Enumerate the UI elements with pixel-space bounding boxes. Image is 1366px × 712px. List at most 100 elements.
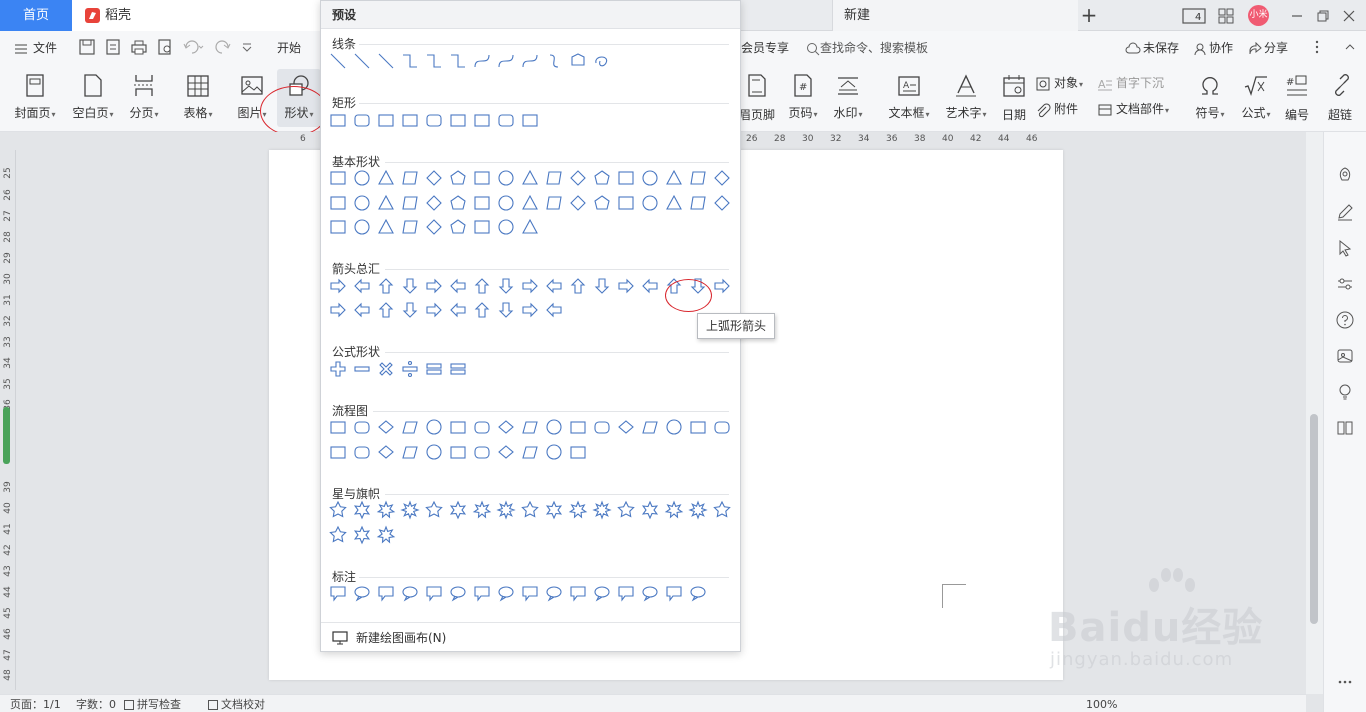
star-shape-icon[interactable] (544, 500, 564, 520)
rect-shape-icon[interactable] (328, 110, 348, 130)
arrow-shape-icon[interactable] (448, 276, 468, 296)
flow-shape-icon[interactable] (424, 417, 444, 437)
star-shape-icon[interactable] (520, 500, 540, 520)
flow-shape-icon[interactable] (328, 417, 348, 437)
flow-shape-icon[interactable] (352, 417, 372, 437)
cursor-icon[interactable] (1335, 238, 1355, 258)
new-canvas-button[interactable]: 新建绘图画布(N) (321, 622, 740, 652)
basic-shape-icon[interactable] (640, 168, 660, 188)
basic-shape-icon[interactable] (496, 168, 516, 188)
callout-shape-icon[interactable] (496, 583, 516, 603)
star-shape-icon[interactable] (712, 500, 732, 520)
callout-shape-icon[interactable] (352, 583, 372, 603)
grid-apps-icon[interactable] (1216, 6, 1236, 26)
basic-shape-icon[interactable] (616, 168, 636, 188)
arrow-shape-icon[interactable] (424, 300, 444, 320)
basic-shape-icon[interactable] (376, 217, 396, 237)
undo-icon[interactable] (182, 38, 204, 58)
basic-shape-icon[interactable] (496, 193, 516, 213)
basic-shape-icon[interactable] (448, 217, 468, 237)
basic-shape-icon[interactable] (520, 193, 540, 213)
flow-shape-icon[interactable] (376, 417, 396, 437)
basic-shape-icon[interactable] (568, 168, 588, 188)
callout-shape-icon[interactable] (664, 583, 684, 603)
spellcheck-toggle[interactable]: 拼写检查 (124, 698, 181, 712)
basic-shape-icon[interactable] (328, 193, 348, 213)
dropcap-button[interactable]: A 首字下沉 (1097, 73, 1164, 93)
basic-shape-icon[interactable] (424, 193, 444, 213)
flow-shape-icon[interactable] (592, 417, 612, 437)
restore-icon[interactable] (1312, 5, 1334, 27)
flow-shape-icon[interactable] (328, 442, 348, 462)
flow-shape-icon[interactable] (352, 442, 372, 462)
basic-shape-icon[interactable] (496, 217, 516, 237)
arrow-shape-icon[interactable] (712, 276, 732, 296)
arrow-shape-icon[interactable] (592, 276, 612, 296)
basic-shape-icon[interactable] (688, 168, 708, 188)
export-icon[interactable] (104, 38, 122, 58)
callout-shape-icon[interactable] (424, 583, 444, 603)
arrow-shape-icon[interactable] (424, 276, 444, 296)
book-icon[interactable] (1335, 418, 1355, 438)
arrow-shape-icon[interactable] (568, 276, 588, 296)
line-shape-icon[interactable] (592, 51, 612, 71)
line-shape-icon[interactable] (328, 51, 348, 71)
page-number-button[interactable]: # 页码▾ (784, 69, 822, 127)
tab-docer[interactable]: 稻壳 (72, 0, 322, 31)
save-icon[interactable] (78, 38, 96, 58)
doc-parts-button[interactable]: 文档部件▾ (1097, 99, 1169, 119)
basic-shape-icon[interactable] (712, 168, 732, 188)
adjust-sliders-icon[interactable] (1335, 274, 1355, 294)
star-shape-icon[interactable] (664, 500, 684, 520)
basic-shape-icon[interactable] (568, 193, 588, 213)
callout-shape-icon[interactable] (520, 583, 540, 603)
callout-shape-icon[interactable] (544, 583, 564, 603)
arrow-shape-icon[interactable] (376, 276, 396, 296)
formula-shape-icon[interactable] (376, 359, 396, 379)
flow-shape-icon[interactable] (544, 417, 564, 437)
page-indicator[interactable]: 页面：1/1 (10, 698, 61, 712)
basic-shape-icon[interactable] (688, 193, 708, 213)
rect-shape-icon[interactable] (424, 110, 444, 130)
user-avatar[interactable]: 小米 (1248, 5, 1269, 26)
watermark-button[interactable]: 水印▾ (828, 69, 868, 127)
basic-shape-icon[interactable] (592, 193, 612, 213)
flow-shape-icon[interactable] (448, 442, 468, 462)
vertical-scrollbar[interactable] (1306, 132, 1323, 694)
basic-shape-icon[interactable] (424, 168, 444, 188)
rect-shape-icon[interactable] (520, 110, 540, 130)
collapse-ribbon-icon[interactable] (1343, 38, 1357, 58)
basic-shape-icon[interactable] (544, 193, 564, 213)
customize-dropdown-icon[interactable] (240, 38, 254, 58)
line-shape-icon[interactable] (376, 51, 396, 71)
basic-shape-icon[interactable] (352, 193, 372, 213)
callout-shape-icon[interactable] (448, 583, 468, 603)
star-shape-icon[interactable] (616, 500, 636, 520)
page-break-button[interactable]: 分页▾ (124, 69, 164, 127)
basic-shape-icon[interactable] (352, 217, 372, 237)
word-count[interactable]: 字数：0 (76, 698, 116, 712)
rect-shape-icon[interactable] (376, 110, 396, 130)
rect-shape-icon[interactable] (352, 110, 372, 130)
basic-shape-icon[interactable] (520, 168, 540, 188)
callout-shape-icon[interactable] (592, 583, 612, 603)
close-icon[interactable] (1338, 5, 1360, 27)
line-shape-icon[interactable] (448, 51, 468, 71)
basic-shape-icon[interactable] (376, 193, 396, 213)
header-footer-button[interactable]: 眉页脚 (737, 69, 777, 127)
bulb-icon[interactable] (1335, 382, 1355, 402)
doc-check[interactable]: 文档校对 (208, 698, 265, 712)
flow-shape-icon[interactable] (472, 442, 492, 462)
flow-shape-icon[interactable] (448, 417, 468, 437)
basic-shape-icon[interactable] (544, 168, 564, 188)
line-shape-icon[interactable] (424, 51, 444, 71)
basic-shape-icon[interactable] (448, 193, 468, 213)
arrow-shape-icon[interactable] (640, 276, 660, 296)
preview-icon[interactable] (156, 38, 174, 58)
basic-shape-icon[interactable] (472, 168, 492, 188)
arrow-shape-icon[interactable] (472, 300, 492, 320)
basic-shape-icon[interactable] (424, 217, 444, 237)
table-button[interactable]: 表格▾ (176, 69, 220, 127)
basic-shape-icon[interactable] (328, 168, 348, 188)
star-shape-icon[interactable] (352, 525, 372, 545)
